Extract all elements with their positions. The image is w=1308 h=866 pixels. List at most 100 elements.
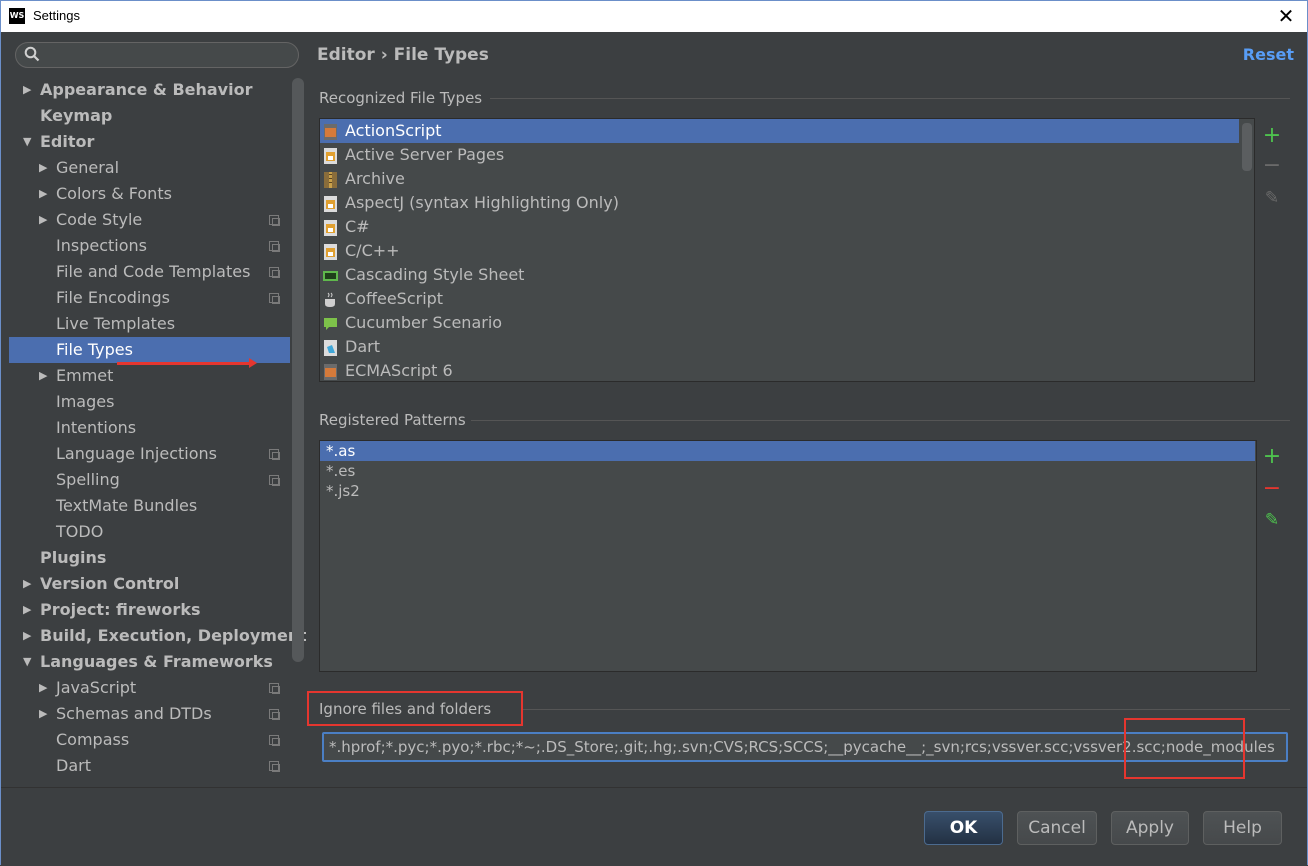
sidebar-item-general[interactable]: ▶ General [9, 155, 290, 181]
sidebar-item-editor[interactable]: ▼ Editor [9, 129, 290, 155]
sidebar-item-textmate-bundles[interactable]: TextMate Bundles [9, 493, 290, 519]
collapsed-arrow-icon[interactable]: ▶ [23, 77, 31, 103]
settings-dialog: WS Settings ✕ ▶ Appearance & Behavior Keym… [0, 0, 1308, 866]
sidebar-item-languages-frameworks[interactable]: ▼ Languages & Frameworks [9, 649, 290, 675]
apply-button[interactable]: Apply [1111, 811, 1189, 845]
pattern-value: *.as [326, 442, 356, 460]
file-icon [323, 147, 338, 164]
sidebar-item-label: File Types [56, 340, 133, 359]
sidebar-item-label: Intentions [56, 418, 137, 437]
sidebar-item-label: Languages & Frameworks [40, 652, 273, 671]
file-type-row[interactable]: C# [320, 215, 1239, 239]
sidebar-item-spelling[interactable]: Spelling [9, 467, 290, 493]
sidebar-item-file-and-code-templates[interactable]: File and Code Templates [9, 259, 290, 285]
sidebar-item-file-types[interactable]: File Types [9, 337, 290, 363]
collapsed-arrow-icon[interactable]: ▶ [23, 597, 31, 623]
pattern-row[interactable]: *.as [320, 441, 1255, 461]
sidebar-item-version-control[interactable]: ▶ Version Control [9, 571, 290, 597]
file-type-name: Cascading Style Sheet [345, 265, 525, 284]
file-type-row[interactable]: Active Server Pages [320, 143, 1239, 167]
reset-link[interactable]: Reset [1243, 45, 1294, 64]
file-type-row[interactable]: AspectJ (syntax Highlighting Only) [320, 191, 1239, 215]
sidebar-item-inspections[interactable]: Inspections [9, 233, 290, 259]
expanded-arrow-icon[interactable]: ▼ [23, 649, 31, 675]
sidebar-item-live-templates[interactable]: Live Templates [9, 311, 290, 337]
file-type-row[interactable]: C/C++ [320, 239, 1239, 263]
add-pattern-button[interactable]: + [1261, 446, 1283, 468]
sidebar-item-label: File and Code Templates [56, 262, 251, 281]
sidebar-item-label: Inspections [56, 236, 147, 255]
add-file-type-button[interactable]: + [1261, 125, 1283, 147]
collapsed-arrow-icon[interactable]: ▶ [39, 207, 47, 233]
js-icon [323, 363, 338, 380]
collapsed-arrow-icon[interactable]: ▶ [23, 571, 31, 597]
sidebar-item-label: Live Templates [56, 314, 176, 333]
pattern-row[interactable]: *.es [320, 461, 1255, 481]
file-type-row[interactable]: CoffeeScript [320, 287, 1239, 311]
remove-file-type-button[interactable]: − [1261, 155, 1283, 177]
file-types-scrollbar[interactable] [1242, 123, 1252, 171]
sidebar-item-images[interactable]: Images [9, 389, 290, 415]
remove-pattern-button[interactable]: − [1261, 478, 1283, 500]
registered-patterns-title: Registered Patterns [319, 411, 466, 429]
annotation-box [1124, 718, 1245, 779]
sidebar-item-language-injections[interactable]: Language Injections [9, 441, 290, 467]
sidebar-item-javascript[interactable]: ▶ JavaScript [9, 675, 290, 701]
sidebar-item-emmet[interactable]: ▶ Emmet [9, 363, 290, 389]
sidebar-item-appearance-behavior[interactable]: ▶ Appearance & Behavior [9, 77, 290, 103]
file-type-row[interactable]: ECMAScript 6 [320, 359, 1239, 381]
title-bar: WS Settings ✕ [1, 1, 1307, 32]
sidebar-item-colors-fonts[interactable]: ▶ Colors & Fonts [9, 181, 290, 207]
section-divider [521, 709, 1290, 710]
collapsed-arrow-icon[interactable]: ▶ [39, 701, 47, 727]
help-button[interactable]: Help [1203, 811, 1282, 845]
dialog-footer: OK Cancel Apply Help [1, 787, 1307, 866]
sidebar-item-build-execution-deployment[interactable]: ▶ Build, Execution, Deployment [9, 623, 306, 649]
project-copy-icon [269, 215, 280, 226]
sidebar-item-label: Editor [40, 132, 95, 151]
expanded-arrow-icon[interactable]: ▼ [23, 129, 31, 155]
sidebar-item-todo[interactable]: TODO [9, 519, 290, 545]
sidebar-item-plugins[interactable]: Plugins [9, 545, 290, 571]
pattern-row[interactable]: *.js2 [320, 481, 1255, 501]
sidebar-scrollbar[interactable] [292, 78, 304, 662]
file-type-name: ActionScript [345, 121, 442, 140]
file-type-row[interactable]: ActionScript [320, 119, 1239, 143]
sidebar-item-compass[interactable]: Compass [9, 727, 290, 753]
sidebar-item-file-encodings[interactable]: File Encodings [9, 285, 290, 311]
sidebar-item-dart[interactable]: Dart [9, 753, 290, 779]
collapsed-arrow-icon[interactable]: ▶ [39, 675, 47, 701]
sidebar-item-label: Appearance & Behavior [40, 80, 253, 99]
close-window-button[interactable]: ✕ [1273, 4, 1299, 28]
sidebar-item-label: File Encodings [56, 288, 170, 307]
ok-button[interactable]: OK [924, 811, 1003, 845]
file-type-row[interactable]: Archive [320, 167, 1239, 191]
sidebar-item-keymap[interactable]: Keymap [9, 103, 290, 129]
sidebar-item-code-style[interactable]: ▶ Code Style [9, 207, 290, 233]
collapsed-arrow-icon[interactable]: ▶ [39, 155, 47, 181]
registered-patterns-list: *.as *.es *.js2 [319, 440, 1257, 672]
settings-search-input[interactable] [15, 42, 299, 68]
file-type-row[interactable]: Cascading Style Sheet [320, 263, 1239, 287]
collapsed-arrow-icon[interactable]: ▶ [23, 623, 31, 649]
sidebar-item-label: Language Injections [56, 444, 217, 463]
sidebar-item-label: Version Control [40, 574, 180, 593]
file-type-name: CoffeeScript [345, 289, 444, 308]
css-icon [323, 267, 338, 283]
collapsed-arrow-icon[interactable]: ▶ [39, 181, 47, 207]
cancel-button[interactable]: Cancel [1017, 811, 1097, 845]
project-copy-icon [269, 475, 280, 486]
file-type-row[interactable]: Dart [320, 335, 1239, 359]
sidebar-item-project-fireworks[interactable]: ▶ Project: fireworks [9, 597, 290, 623]
settings-tree: ▶ Appearance & Behavior Keymap ▼ Editor ▶ Gene… [9, 77, 306, 779]
sidebar-item-intentions[interactable]: Intentions [9, 415, 290, 441]
edit-pattern-button[interactable]: ✎ [1261, 509, 1283, 531]
edit-file-type-button[interactable]: ✎ [1261, 187, 1283, 209]
sidebar-item-schemas-and-dtds[interactable]: ▶ Schemas and DTDs [9, 701, 290, 727]
sidebar-item-label: TextMate Bundles [56, 496, 198, 515]
collapsed-arrow-icon[interactable]: ▶ [39, 363, 47, 389]
file-type-name: ECMAScript 6 [345, 361, 453, 380]
sidebar-item-label: Spelling [56, 470, 120, 489]
file-type-row[interactable]: Cucumber Scenario [320, 311, 1239, 335]
project-copy-icon [269, 293, 280, 304]
